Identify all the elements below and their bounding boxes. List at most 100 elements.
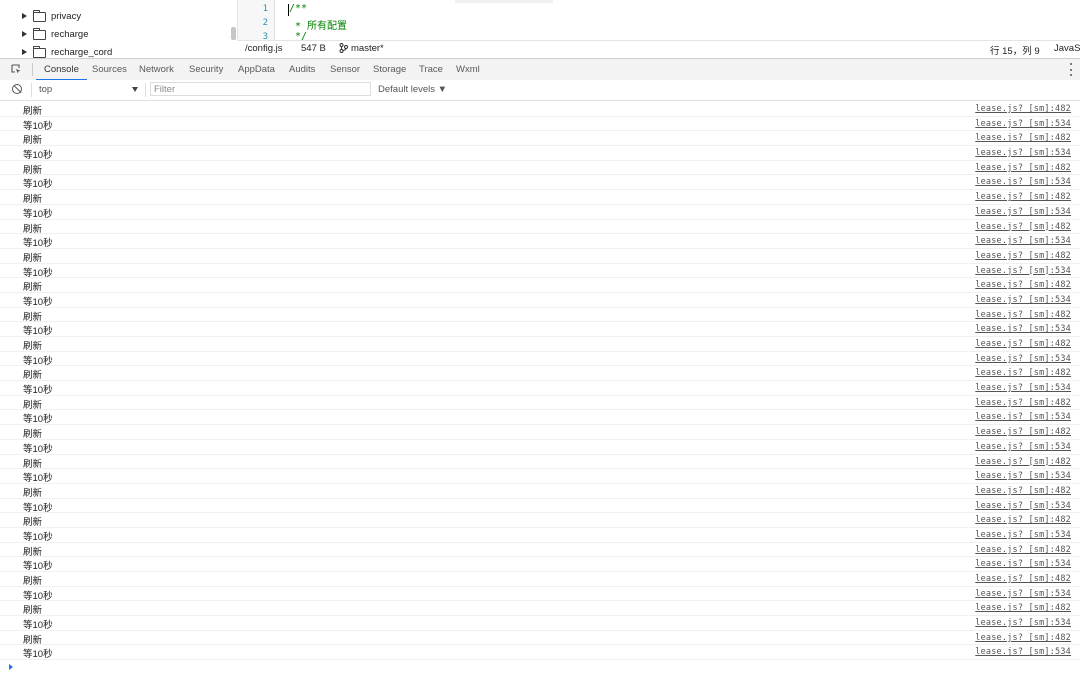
tab-appdata[interactable]: AppData	[238, 59, 275, 80]
tree-scrollbar[interactable]	[231, 27, 236, 40]
log-levels-dropdown[interactable]: Default levels ▼	[378, 84, 447, 95]
source-link[interactable]: lease.js? [sm]:482	[975, 633, 1071, 643]
message-text: 等10秒	[23, 355, 53, 367]
console-prompt-icon[interactable]	[9, 664, 13, 670]
language-mode[interactable]: JavaS	[1054, 43, 1080, 54]
source-link[interactable]: lease.js? [sm]:482	[975, 310, 1071, 320]
source-link[interactable]: lease.js? [sm]:482	[975, 192, 1071, 202]
git-branch-icon	[339, 43, 348, 56]
tab-sources[interactable]: Sources	[92, 59, 127, 80]
source-link[interactable]: lease.js? [sm]:482	[975, 251, 1071, 261]
console-toolbar: top Default levels ▼	[0, 80, 1080, 101]
message-text: 刷新	[23, 605, 43, 617]
source-link[interactable]: lease.js? [sm]:534	[975, 442, 1071, 452]
source-link[interactable]: lease.js? [sm]:482	[975, 368, 1071, 378]
source-link[interactable]: lease.js? [sm]:534	[975, 295, 1071, 305]
console-message: 等10秒 lease.js? [sm]:534	[0, 645, 1080, 660]
tab-console[interactable]: Console	[36, 59, 87, 81]
source-link[interactable]: lease.js? [sm]:482	[975, 163, 1071, 173]
console-message: 等10秒 lease.js? [sm]:534	[0, 557, 1080, 572]
source-link[interactable]: lease.js? [sm]:534	[975, 471, 1071, 481]
source-link[interactable]: lease.js? [sm]:534	[975, 177, 1071, 187]
source-link[interactable]: lease.js? [sm]:534	[975, 236, 1071, 246]
source-link[interactable]: lease.js? [sm]:534	[975, 559, 1071, 569]
message-text: 刷新	[23, 194, 43, 206]
console-message: 刷新 lease.js? [sm]:482	[0, 220, 1080, 235]
code-line: * 所有配置	[289, 21, 348, 32]
message-text: 刷新	[23, 399, 43, 411]
tab-trace[interactable]: Trace	[419, 59, 443, 80]
console-message: 刷新 lease.js? [sm]:482	[0, 572, 1080, 587]
tab-audits[interactable]: Audits	[289, 59, 315, 80]
source-link[interactable]: lease.js? [sm]:482	[975, 398, 1071, 408]
git-branch[interactable]: master*	[351, 43, 384, 54]
source-link[interactable]: lease.js? [sm]:482	[975, 222, 1071, 232]
source-link[interactable]: lease.js? [sm]:534	[975, 148, 1071, 158]
inspect-element-icon[interactable]	[11, 64, 21, 74]
source-link[interactable]: lease.js? [sm]:482	[975, 574, 1071, 584]
message-text: 等10秒	[23, 150, 53, 162]
source-link[interactable]: lease.js? [sm]:534	[975, 647, 1071, 657]
console-message: 等10秒 lease.js? [sm]:534	[0, 322, 1080, 337]
console-message: 等10秒 lease.js? [sm]:534	[0, 264, 1080, 279]
source-link[interactable]: lease.js? [sm]:534	[975, 501, 1071, 511]
tree-item-label: recharge_cord	[51, 46, 113, 58]
source-link[interactable]: lease.js? [sm]:482	[975, 280, 1071, 290]
line-number-gutter: 1 2 3	[238, 0, 275, 40]
dropdown-arrow-icon[interactable]	[132, 87, 138, 92]
console-message: 等10秒 lease.js? [sm]:534	[0, 293, 1080, 308]
message-text: 刷新	[23, 341, 43, 352]
tab-wxml[interactable]: Wxml	[456, 59, 480, 80]
filter-input[interactable]	[150, 82, 371, 96]
source-link[interactable]: lease.js? [sm]:482	[975, 603, 1071, 613]
tab-network[interactable]: Network	[139, 59, 174, 80]
tab-sensor[interactable]: Sensor	[330, 59, 360, 80]
more-options-icon[interactable]	[1070, 63, 1073, 76]
console-message: 刷新 lease.js? [sm]:482	[0, 308, 1080, 323]
tab-security[interactable]: Security	[189, 59, 223, 80]
source-link[interactable]: lease.js? [sm]:534	[975, 266, 1071, 276]
expand-arrow-icon[interactable]	[22, 49, 27, 55]
tree-item-label: privacy	[51, 10, 82, 22]
source-link[interactable]: lease.js? [sm]:534	[975, 412, 1071, 422]
console-message: 刷新 lease.js? [sm]:482	[0, 631, 1080, 646]
tree-item-privacy[interactable]: privacy	[22, 7, 81, 25]
source-link[interactable]: lease.js? [sm]:534	[975, 618, 1071, 628]
clear-console-icon[interactable]	[12, 84, 22, 94]
context-selector[interactable]: top	[39, 84, 52, 95]
tree-item-recharge[interactable]: recharge	[22, 25, 89, 43]
source-link[interactable]: lease.js? [sm]:534	[975, 207, 1071, 217]
source-link[interactable]: lease.js? [sm]:482	[975, 339, 1071, 349]
tree-item-recharge-cord[interactable]: recharge_cord	[22, 43, 112, 58]
code-editor[interactable]: 1 2 3 /** * 所有配置 */	[237, 0, 1080, 40]
source-link[interactable]: lease.js? [sm]:482	[975, 133, 1071, 143]
expand-arrow-icon[interactable]	[22, 13, 27, 19]
line-number: 2	[262, 18, 268, 28]
toolbar-divider	[31, 83, 32, 97]
source-link[interactable]: lease.js? [sm]:482	[975, 104, 1071, 114]
file-path[interactable]: /config.js	[245, 43, 283, 54]
expand-arrow-icon[interactable]	[22, 31, 27, 37]
source-link[interactable]: lease.js? [sm]:482	[975, 486, 1071, 496]
editor-area: privacy recharge recharge_cord 1 2 3 /**…	[0, 0, 1080, 58]
source-link[interactable]: lease.js? [sm]:534	[975, 530, 1071, 540]
console-message: 刷新 lease.js? [sm]:482	[0, 543, 1080, 558]
message-text: 刷新	[23, 311, 43, 323]
source-link[interactable]: lease.js? [sm]:534	[975, 324, 1071, 334]
console-message: 等10秒 lease.js? [sm]:534	[0, 117, 1080, 132]
source-link[interactable]: lease.js? [sm]:534	[975, 383, 1071, 393]
source-link[interactable]: lease.js? [sm]:534	[975, 354, 1071, 364]
source-link[interactable]: lease.js? [sm]:534	[975, 119, 1071, 129]
source-link[interactable]: lease.js? [sm]:482	[975, 427, 1071, 437]
source-link[interactable]: lease.js? [sm]:482	[975, 515, 1071, 525]
console-message: 刷新 lease.js? [sm]:482	[0, 513, 1080, 528]
message-text: 等10秒	[23, 267, 53, 279]
message-text: 等10秒	[23, 238, 53, 250]
console-message: 等10秒 lease.js? [sm]:534	[0, 234, 1080, 249]
message-text: 等10秒	[23, 561, 53, 573]
source-link[interactable]: lease.js? [sm]:482	[975, 457, 1071, 467]
cursor-position[interactable]: 行 15，列 9	[990, 43, 1040, 57]
tab-storage[interactable]: Storage	[373, 59, 406, 80]
source-link[interactable]: lease.js? [sm]:482	[975, 545, 1071, 555]
source-link[interactable]: lease.js? [sm]:534	[975, 589, 1071, 599]
